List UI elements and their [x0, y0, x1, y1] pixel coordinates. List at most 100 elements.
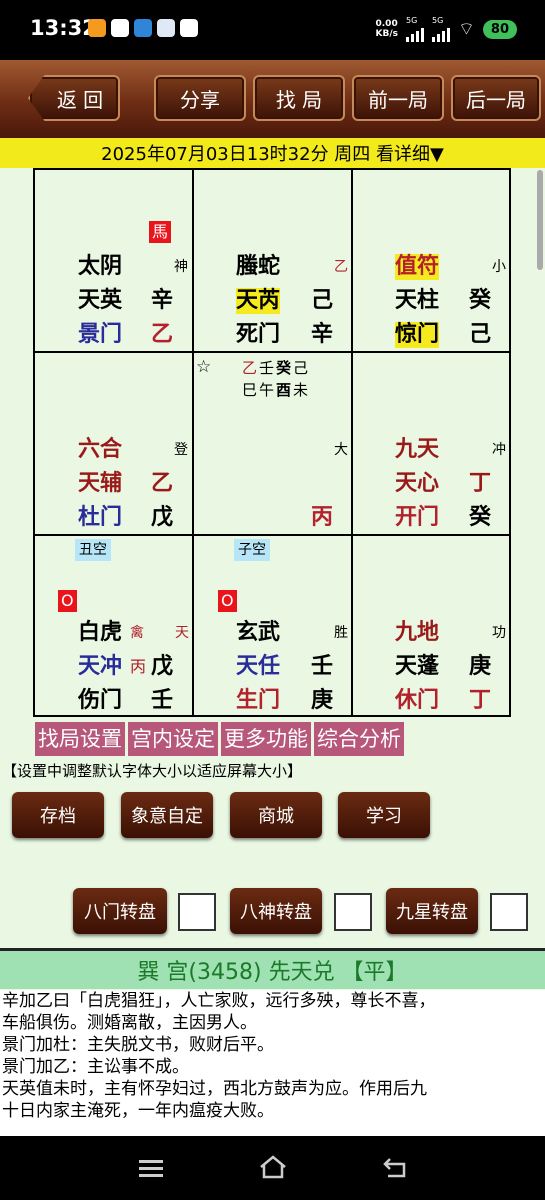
signal-icon: 5G: [431, 16, 450, 42]
palace-cell-2[interactable]: 螣蛇 乙 天芮 己 死门 辛: [194, 170, 353, 353]
palace-cell-3[interactable]: 值符 小 天柱 癸 惊门 己: [353, 170, 509, 353]
learn-button[interactable]: 学习: [338, 792, 430, 838]
star-label: 天任: [236, 654, 281, 679]
desc-line: 辛加乙曰「白虎猖狂」，人亡家败，远行多殃，尊长不喜，: [2, 991, 436, 1011]
god-label: 值符: [395, 254, 440, 280]
palace-cell-center[interactable]: ☆ 乙壬癸己 巳午酉未 大 丙: [194, 353, 353, 536]
god-label: 白虎: [78, 620, 123, 645]
door-label: 休门: [395, 688, 440, 713]
star-icon: ☆: [196, 357, 212, 377]
navigation-bar: [0, 1136, 545, 1200]
door-stem: 戊: [151, 505, 174, 530]
star-label: 天柱: [395, 288, 440, 313]
door-rotate-checkbox[interactable]: [178, 893, 216, 931]
star-stem: 癸: [469, 288, 492, 313]
menu-icon[interactable]: [139, 1158, 163, 1178]
scrollbar[interactable]: [537, 170, 543, 270]
god-label: 太阴: [78, 254, 123, 279]
qimen-grid: 馬 太阴 神 天英 辛 景门 乙 螣蛇 乙 天芮 己 死门 辛 值符 小 天柱 …: [33, 168, 511, 717]
save-button[interactable]: 存档: [12, 792, 104, 838]
door-stem: 庚: [311, 688, 334, 713]
o-tag: O: [58, 590, 77, 612]
more-functions-tab[interactable]: 更多功能: [221, 722, 311, 756]
prev-button[interactable]: 前一局: [352, 75, 444, 121]
god-note: 小: [492, 259, 506, 275]
palace-settings-tab[interactable]: 宫内设定: [128, 722, 218, 756]
palace-cell-7[interactable]: 丑空 O 白虎 禽 天 天冲 丙 戊 伤门 壬: [35, 536, 194, 715]
god-note: 神: [174, 259, 188, 275]
desc-line: 天英值未时，主有怀孕妇过，西北方鼓声为应。作用后九: [2, 1079, 427, 1099]
star-label: 天蓬: [395, 654, 440, 679]
palace-cell-9[interactable]: 九地 功 天蓬 庚 休门 丁: [353, 536, 509, 715]
door-stem: 癸: [469, 505, 492, 530]
star-stem: 辛: [151, 288, 174, 313]
back-button[interactable]: 返 回: [28, 75, 120, 121]
app-icon: [157, 19, 175, 37]
palace-title: 巽 宫(3458) 先天兑 【平】: [0, 951, 545, 989]
god-label: 九地: [395, 620, 440, 645]
door-label: 开门: [395, 505, 440, 530]
god-label: 六合: [78, 437, 123, 462]
star-stem: 己: [311, 288, 334, 313]
star-stem: 乙: [151, 471, 174, 496]
next-button[interactable]: 后一局: [451, 75, 541, 121]
god-label: 螣蛇: [236, 254, 281, 279]
clock: 13:32: [30, 16, 97, 40]
star-label: 天芮: [236, 288, 281, 314]
star-rotate-checkbox[interactable]: [490, 893, 528, 931]
palace-cell-1[interactable]: 馬 太阴 神 天英 辛 景门 乙: [35, 170, 194, 353]
door-stem: 乙: [151, 322, 174, 347]
find-button[interactable]: 找 局: [253, 75, 345, 121]
god-rotate-checkbox[interactable]: [334, 893, 372, 931]
door-label: 惊门: [395, 322, 440, 348]
date-bar[interactable]: 2025年07月03日13时32分 周四 看详细▼: [0, 138, 545, 168]
notification-icons: [88, 19, 198, 37]
door-stem: 辛: [311, 322, 334, 347]
god-rotate-button[interactable]: 八神转盘: [230, 888, 322, 934]
analysis-tab[interactable]: 综合分析: [314, 722, 404, 756]
pillars: 乙壬癸己 巳午酉未: [242, 359, 311, 399]
god-note: 胜: [334, 625, 348, 641]
star-extra: 丙: [130, 657, 147, 676]
system-icons: 0.00 KB/s 5G 5G ⌔ 80: [375, 16, 517, 42]
void-badge: 丑空: [75, 539, 111, 561]
desc-line: 车船俱伤。测婚离散，主因男人。: [2, 1013, 257, 1033]
palace-cell-4[interactable]: 六合 登 天辅 乙 杜门 戊: [35, 353, 194, 536]
app-icon: [88, 19, 106, 37]
door-stem: 壬: [151, 688, 174, 713]
star-rotate-button[interactable]: 九星转盘: [386, 888, 478, 934]
god-label: 玄武: [236, 620, 281, 645]
custom-meaning-button[interactable]: 象意自定: [121, 792, 213, 838]
star-label: 天英: [78, 288, 123, 313]
desc-line: 十日内家主淹死，一年内瘟疫大败。: [2, 1101, 274, 1121]
palace-cell-6[interactable]: 九天 冲 天心 丁 开门 癸: [353, 353, 509, 536]
center-stem: 丙: [311, 505, 334, 530]
battery-icon: 80: [482, 19, 517, 39]
font-size-note: 【设置中调整默认字体大小以适应屏幕大小】: [2, 762, 303, 780]
door-label: 杜门: [78, 505, 123, 530]
description-panel: 辛加乙曰「白虎猖狂」，人亡家败，远行多殃，尊长不喜， 车船俱伤。测婚离散，主因男…: [0, 990, 545, 1136]
center-note: 大: [334, 442, 348, 458]
star-stem: 戊: [151, 654, 174, 679]
door-label: 生门: [236, 688, 281, 713]
shop-button[interactable]: 商城: [230, 792, 322, 838]
door-rotate-button[interactable]: 八门转盘: [73, 888, 167, 934]
toolbar: 返 回 分享 找 局 前一局 后一局: [0, 60, 545, 138]
desc-line: 景门加乙：主讼事不成。: [2, 1057, 189, 1077]
door-label: 景门: [78, 322, 123, 347]
share-button[interactable]: 分享: [154, 75, 246, 121]
find-settings-tab[interactable]: 找局设置: [35, 722, 125, 756]
desc-line: 景门加杜：主失脱文书，败财后平。: [2, 1035, 274, 1055]
god-note: 禽: [130, 625, 144, 641]
net-speed: 0.00 KB/s: [375, 19, 398, 39]
back-icon[interactable]: [382, 1156, 408, 1178]
function-bar: 找局设置 宫内设定 更多功能 综合分析: [35, 722, 404, 756]
wifi-icon: ⌔: [457, 18, 475, 40]
god-note: 乙: [334, 259, 348, 275]
door-stem: 己: [469, 322, 492, 347]
god-note: 登: [174, 442, 188, 458]
void-badge: 子空: [234, 539, 270, 561]
facebook-icon: [180, 19, 198, 37]
home-icon[interactable]: [258, 1155, 288, 1179]
palace-cell-8[interactable]: 子空 O 玄武 胜 天任 壬 生门 庚: [194, 536, 353, 715]
